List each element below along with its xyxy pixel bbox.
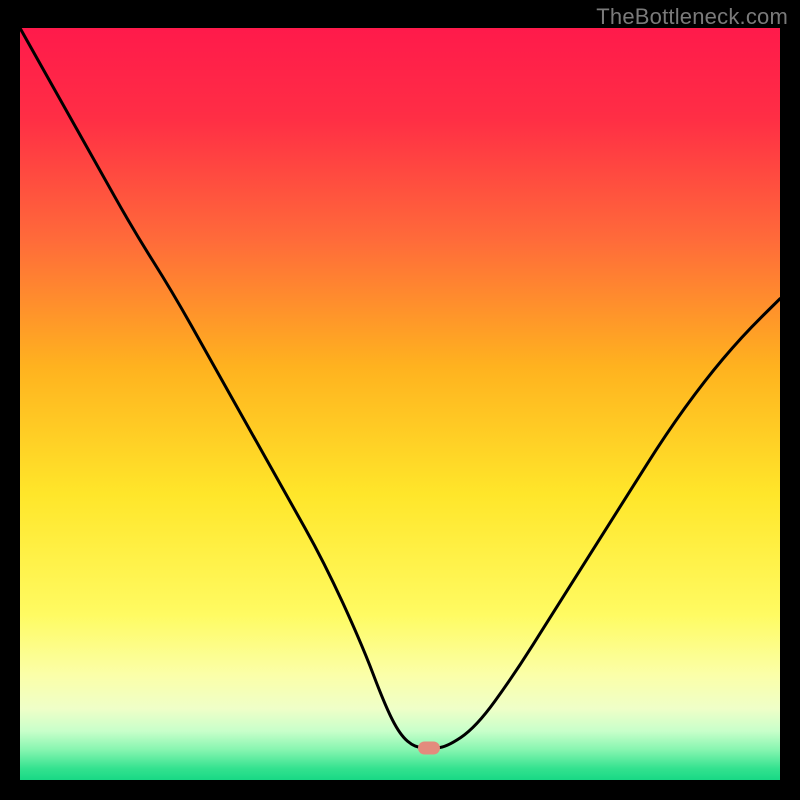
optimal-marker <box>418 741 440 754</box>
plot-area <box>20 28 780 780</box>
watermark-text: TheBottleneck.com <box>596 4 788 30</box>
bottleneck-curve <box>20 28 780 780</box>
chart-frame: TheBottleneck.com <box>0 0 800 800</box>
